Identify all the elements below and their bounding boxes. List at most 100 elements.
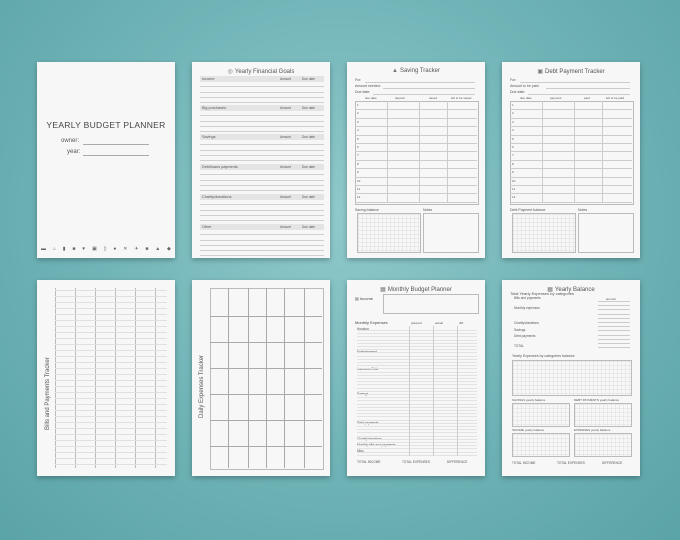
yearly-amount-line[interactable]: [598, 334, 630, 336]
monthly-row-line[interactable]: [357, 400, 477, 402]
bills-row-line[interactable]: [55, 464, 167, 465]
goal-line[interactable]: [200, 131, 324, 133]
daily-week-line[interactable]: [210, 316, 322, 317]
daily-expenses-page[interactable]: Daily Expenses Tracker: [192, 280, 330, 476]
goal-line[interactable]: [200, 209, 324, 211]
debt-row-line[interactable]: [510, 159, 632, 161]
goal-line[interactable]: [200, 144, 324, 146]
monthly-row-line[interactable]: [357, 381, 477, 383]
bills-row-line[interactable]: [55, 302, 167, 303]
goal-line[interactable]: [200, 220, 324, 222]
monthly-row-line[interactable]: [357, 387, 477, 389]
monthly-row-line[interactable]: [357, 349, 477, 351]
debt-row-line[interactable]: [510, 143, 632, 144]
debt-row-line[interactable]: [510, 151, 632, 153]
saving-row-line[interactable]: [355, 176, 477, 178]
monthly-row-line[interactable]: [357, 451, 477, 453]
bills-row-line[interactable]: [55, 368, 167, 369]
income-box[interactable]: [383, 294, 479, 314]
saving-row-line[interactable]: [355, 117, 477, 119]
debt-row-line[interactable]: [510, 185, 632, 186]
bills-row-line[interactable]: [55, 326, 167, 327]
saving-row-line[interactable]: [355, 126, 477, 128]
bills-row-line[interactable]: [55, 410, 167, 411]
goal-line[interactable]: [200, 96, 324, 98]
bills-row-line[interactable]: [55, 452, 167, 453]
monthly-row-line[interactable]: [357, 362, 477, 363]
saving-tracker-page[interactable]: ▲ Saving Tracker For: Amount needed: Due …: [347, 62, 485, 258]
yearly-amount-line[interactable]: [598, 322, 630, 323]
cover-page[interactable]: YEARLY BUDGET PLANNER owner: year: ▬ ⌂ ▮…: [37, 62, 175, 258]
yearly-amount-line[interactable]: [598, 301, 630, 302]
goal-line[interactable]: [200, 102, 324, 104]
saving-row-line[interactable]: [355, 151, 477, 153]
bills-row-line[interactable]: [55, 314, 167, 315]
yearly-amount-line[interactable]: [598, 313, 630, 315]
debt-row-line[interactable]: [510, 117, 632, 119]
bills-row-line[interactable]: [55, 434, 167, 435]
bills-row-line[interactable]: [55, 320, 167, 321]
monthly-row-line[interactable]: [357, 422, 477, 424]
monthly-row-line[interactable]: [357, 429, 477, 431]
yearly-amount-line[interactable]: [598, 330, 630, 332]
daily-week-line[interactable]: [210, 420, 322, 421]
bills-row-line[interactable]: [55, 404, 167, 405]
monthly-row-line[interactable]: [357, 413, 477, 415]
yearly-amount-line[interactable]: [598, 343, 630, 344]
debt-row-line[interactable]: [510, 134, 632, 136]
goal-line[interactable]: [200, 91, 324, 93]
goal-section[interactable]: Debt/loans payments Amount Due date: [200, 164, 324, 197]
bills-row-line[interactable]: [55, 422, 167, 423]
monthly-row-line[interactable]: [357, 342, 477, 344]
saving-row-line[interactable]: [355, 185, 477, 186]
yearly-amount-line[interactable]: [598, 305, 630, 307]
goal-line[interactable]: [200, 120, 324, 122]
monthly-row-line[interactable]: [357, 365, 477, 367]
monthly-row-line[interactable]: [357, 378, 477, 379]
bills-row-line[interactable]: [55, 458, 167, 459]
daily-week-line[interactable]: [210, 394, 322, 395]
financial-goals-page[interactable]: ◎ Yearly Financial Goals Income Amount Due …: [192, 62, 330, 258]
monthly-row-line[interactable]: [357, 352, 477, 354]
monthly-row-line[interactable]: [357, 358, 477, 360]
debt-tracker-page[interactable]: ▣ Debt Payment Tracker For: Amount to be …: [502, 62, 640, 258]
monthly-row-line[interactable]: [357, 432, 477, 434]
goal-line[interactable]: [200, 214, 324, 216]
goal-line[interactable]: [200, 179, 324, 181]
yearly-amount-line[interactable]: [598, 347, 630, 349]
yearly-balance-page[interactable]: ▦ Yearly Balance Total Yearly Expenses by…: [502, 280, 640, 476]
monthly-row-line[interactable]: [357, 374, 477, 376]
debt-row-line[interactable]: [510, 109, 632, 111]
bills-row-line[interactable]: [55, 398, 167, 399]
goal-section[interactable]: Savings Amount Due date: [200, 134, 324, 167]
bills-row-line[interactable]: [55, 362, 167, 363]
monthly-row-line[interactable]: [357, 355, 477, 357]
goal-section[interactable]: Income Amount Due date: [200, 76, 324, 109]
monthly-budget-page[interactable]: ▦ Monthly Budget Planner ▤ Income Monthly…: [347, 280, 485, 476]
goal-section[interactable]: Big purchases Amount Due date: [200, 105, 324, 138]
bills-row-line[interactable]: [55, 392, 167, 393]
bills-row-line[interactable]: [55, 338, 167, 339]
saving-row-line[interactable]: [355, 193, 477, 195]
goal-line[interactable]: [200, 160, 324, 162]
bills-row-line[interactable]: [55, 428, 167, 429]
goal-line[interactable]: [200, 250, 324, 252]
daily-week-line[interactable]: [210, 368, 322, 369]
goal-line[interactable]: [200, 125, 324, 127]
yearly-amount-line[interactable]: [598, 309, 630, 311]
monthly-row-line[interactable]: [357, 406, 477, 408]
bills-tracker-page[interactable]: Bills and Payments Tracker: [37, 280, 175, 476]
debt-row-line[interactable]: [510, 193, 632, 195]
monthly-row-line[interactable]: [357, 435, 477, 437]
bills-row-line[interactable]: [55, 308, 167, 309]
goal-line[interactable]: [200, 239, 324, 241]
monthly-row-line[interactable]: [357, 403, 477, 405]
monthly-row-line[interactable]: [357, 445, 477, 447]
bills-row-line[interactable]: [55, 416, 167, 417]
monthly-row-line[interactable]: [357, 336, 477, 338]
debt-notes-box[interactable]: [578, 213, 634, 253]
bills-row-line[interactable]: [55, 380, 167, 381]
monthly-row-line[interactable]: [357, 454, 477, 456]
bills-row-line[interactable]: [55, 296, 167, 297]
bills-row-line[interactable]: [55, 290, 167, 291]
